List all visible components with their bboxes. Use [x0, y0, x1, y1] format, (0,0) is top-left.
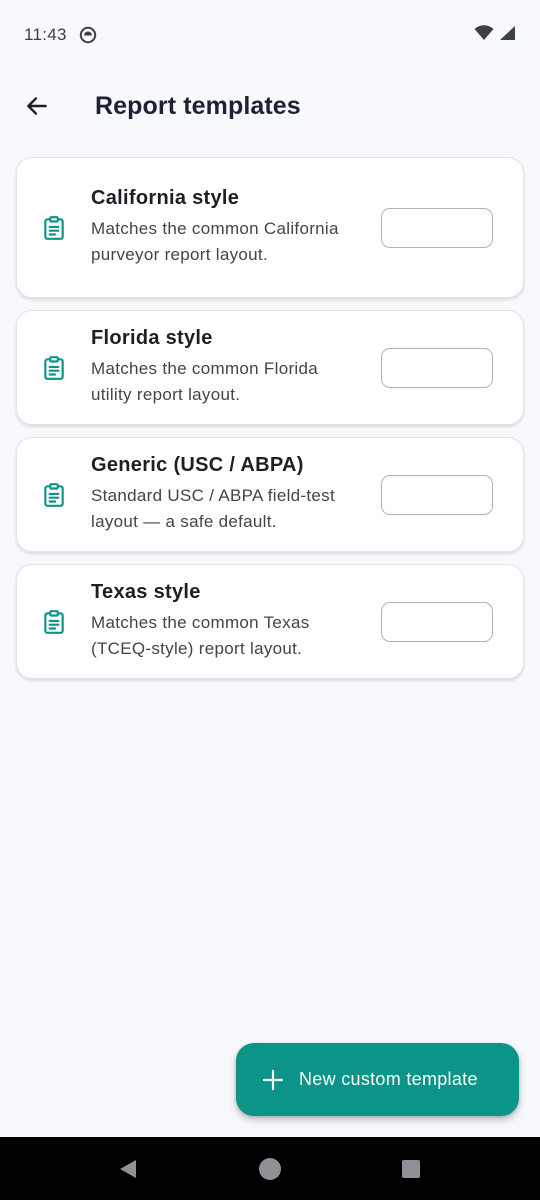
circle-home-icon	[258, 1157, 282, 1181]
clipboard-icon	[41, 215, 67, 241]
template-list: California style Matches the common Cali…	[16, 157, 524, 679]
template-action-button[interactable]	[381, 347, 493, 388]
square-recents-icon	[401, 1159, 421, 1179]
arrow-left-icon	[24, 93, 50, 119]
template-description: Matches the common Florida utility repor…	[91, 359, 318, 404]
template-title: Texas style	[91, 581, 201, 603]
new-custom-template-button[interactable]: New custom template	[236, 1043, 519, 1116]
status-bar: 11:43	[0, 0, 540, 70]
template-action-button[interactable]	[381, 474, 493, 515]
status-time: 11:43	[24, 25, 67, 44]
template-description: Matches the common Texas (TCEQ-style) re…	[91, 613, 310, 658]
fab-label: New custom template	[299, 1069, 478, 1089]
back-button[interactable]	[13, 82, 61, 130]
template-card-generic[interactable]: Generic (USC / ABPA) Standard USC / ABPA…	[16, 437, 524, 552]
template-text: Texas style Matches the common Texas (TC…	[91, 581, 363, 662]
template-title: Generic (USC / ABPA)	[91, 454, 304, 476]
nav-recents-button[interactable]	[381, 1139, 441, 1199]
template-description: Matches the common California purveyor r…	[91, 219, 339, 264]
template-card-florida[interactable]: Florida style Matches the common Florida…	[16, 310, 524, 425]
plus-icon	[261, 1068, 285, 1092]
template-description: Standard USC / ABPA field-test layout — …	[91, 486, 335, 531]
app-bar: Report templates	[0, 70, 540, 142]
wifi-icon	[474, 24, 494, 46]
clipboard-icon	[41, 482, 67, 508]
page-title: Report templates	[95, 91, 301, 120]
screen: 11:43 Report templates California style …	[0, 0, 540, 1200]
template-action-button[interactable]	[381, 207, 493, 248]
clipboard-icon	[41, 609, 67, 635]
template-card-texas[interactable]: Texas style Matches the common Texas (TC…	[16, 564, 524, 679]
nav-home-button[interactable]	[240, 1139, 300, 1199]
triangle-back-icon	[117, 1158, 139, 1180]
template-title: Florida style	[91, 327, 213, 349]
template-title: California style	[91, 187, 240, 209]
template-text: Generic (USC / ABPA) Standard USC / ABPA…	[91, 454, 363, 535]
status-right	[474, 24, 516, 46]
clipboard-icon	[41, 355, 67, 381]
system-nav-bar	[0, 1137, 540, 1200]
template-text: California style Matches the common Cali…	[91, 187, 363, 268]
signal-icon	[498, 25, 516, 46]
template-card-california[interactable]: California style Matches the common Cali…	[16, 157, 524, 298]
notification-icon	[79, 26, 97, 44]
template-text: Florida style Matches the common Florida…	[91, 327, 363, 408]
template-action-button[interactable]	[381, 601, 493, 642]
nav-back-button[interactable]	[98, 1139, 158, 1199]
